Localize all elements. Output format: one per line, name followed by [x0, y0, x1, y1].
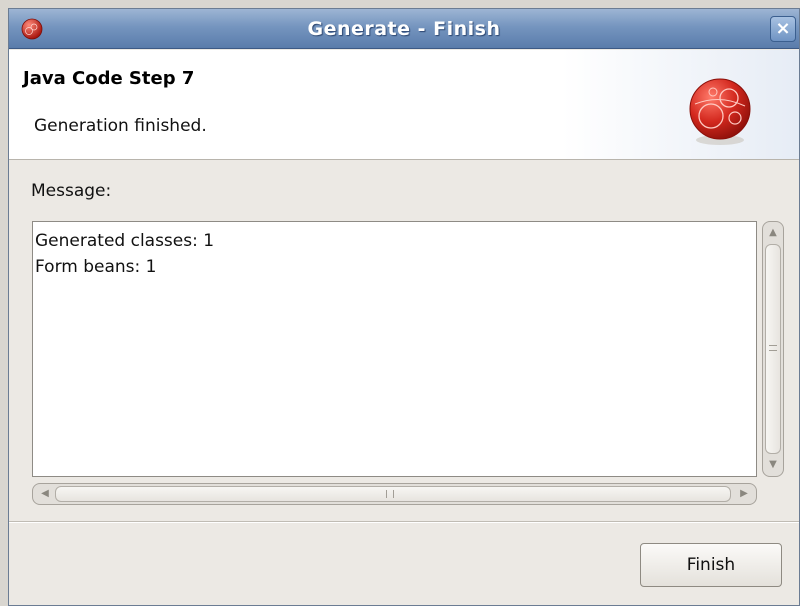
grip-icon	[386, 490, 394, 498]
message-label: Message:	[31, 181, 112, 201]
wizard-banner: Java Code Step 7 Generation finished.	[9, 50, 799, 160]
scroll-up-arrow-icon[interactable]: ▲	[765, 224, 781, 242]
horizontal-scrollbar[interactable]: ◀ ▶	[32, 483, 757, 505]
close-button[interactable]: ×	[770, 16, 796, 42]
window-title: Generate - Finish	[307, 18, 501, 40]
scroll-right-arrow-icon[interactable]: ▶	[735, 485, 753, 503]
scroll-down-arrow-icon[interactable]: ▼	[765, 456, 781, 474]
finish-button[interactable]: Finish	[640, 543, 782, 587]
horizontal-scroll-thumb[interactable]	[55, 486, 731, 502]
dialog-window: Generate - Finish × Java Code Step 7 Gen…	[8, 8, 800, 606]
message-textarea[interactable]: Generated classes: 1 Form beans: 1	[32, 221, 757, 477]
scroll-left-arrow-icon[interactable]: ◀	[36, 485, 54, 503]
grip-icon	[769, 345, 777, 351]
vertical-scroll-thumb[interactable]	[765, 244, 781, 454]
banner-title: Java Code Step 7	[23, 68, 195, 89]
globe-logo-icon	[689, 78, 751, 145]
separator	[9, 521, 799, 523]
title-bar[interactable]: Generate - Finish ×	[9, 9, 799, 49]
banner-description: Generation finished.	[34, 116, 207, 136]
vertical-scrollbar[interactable]: ▲ ▼	[762, 221, 784, 477]
